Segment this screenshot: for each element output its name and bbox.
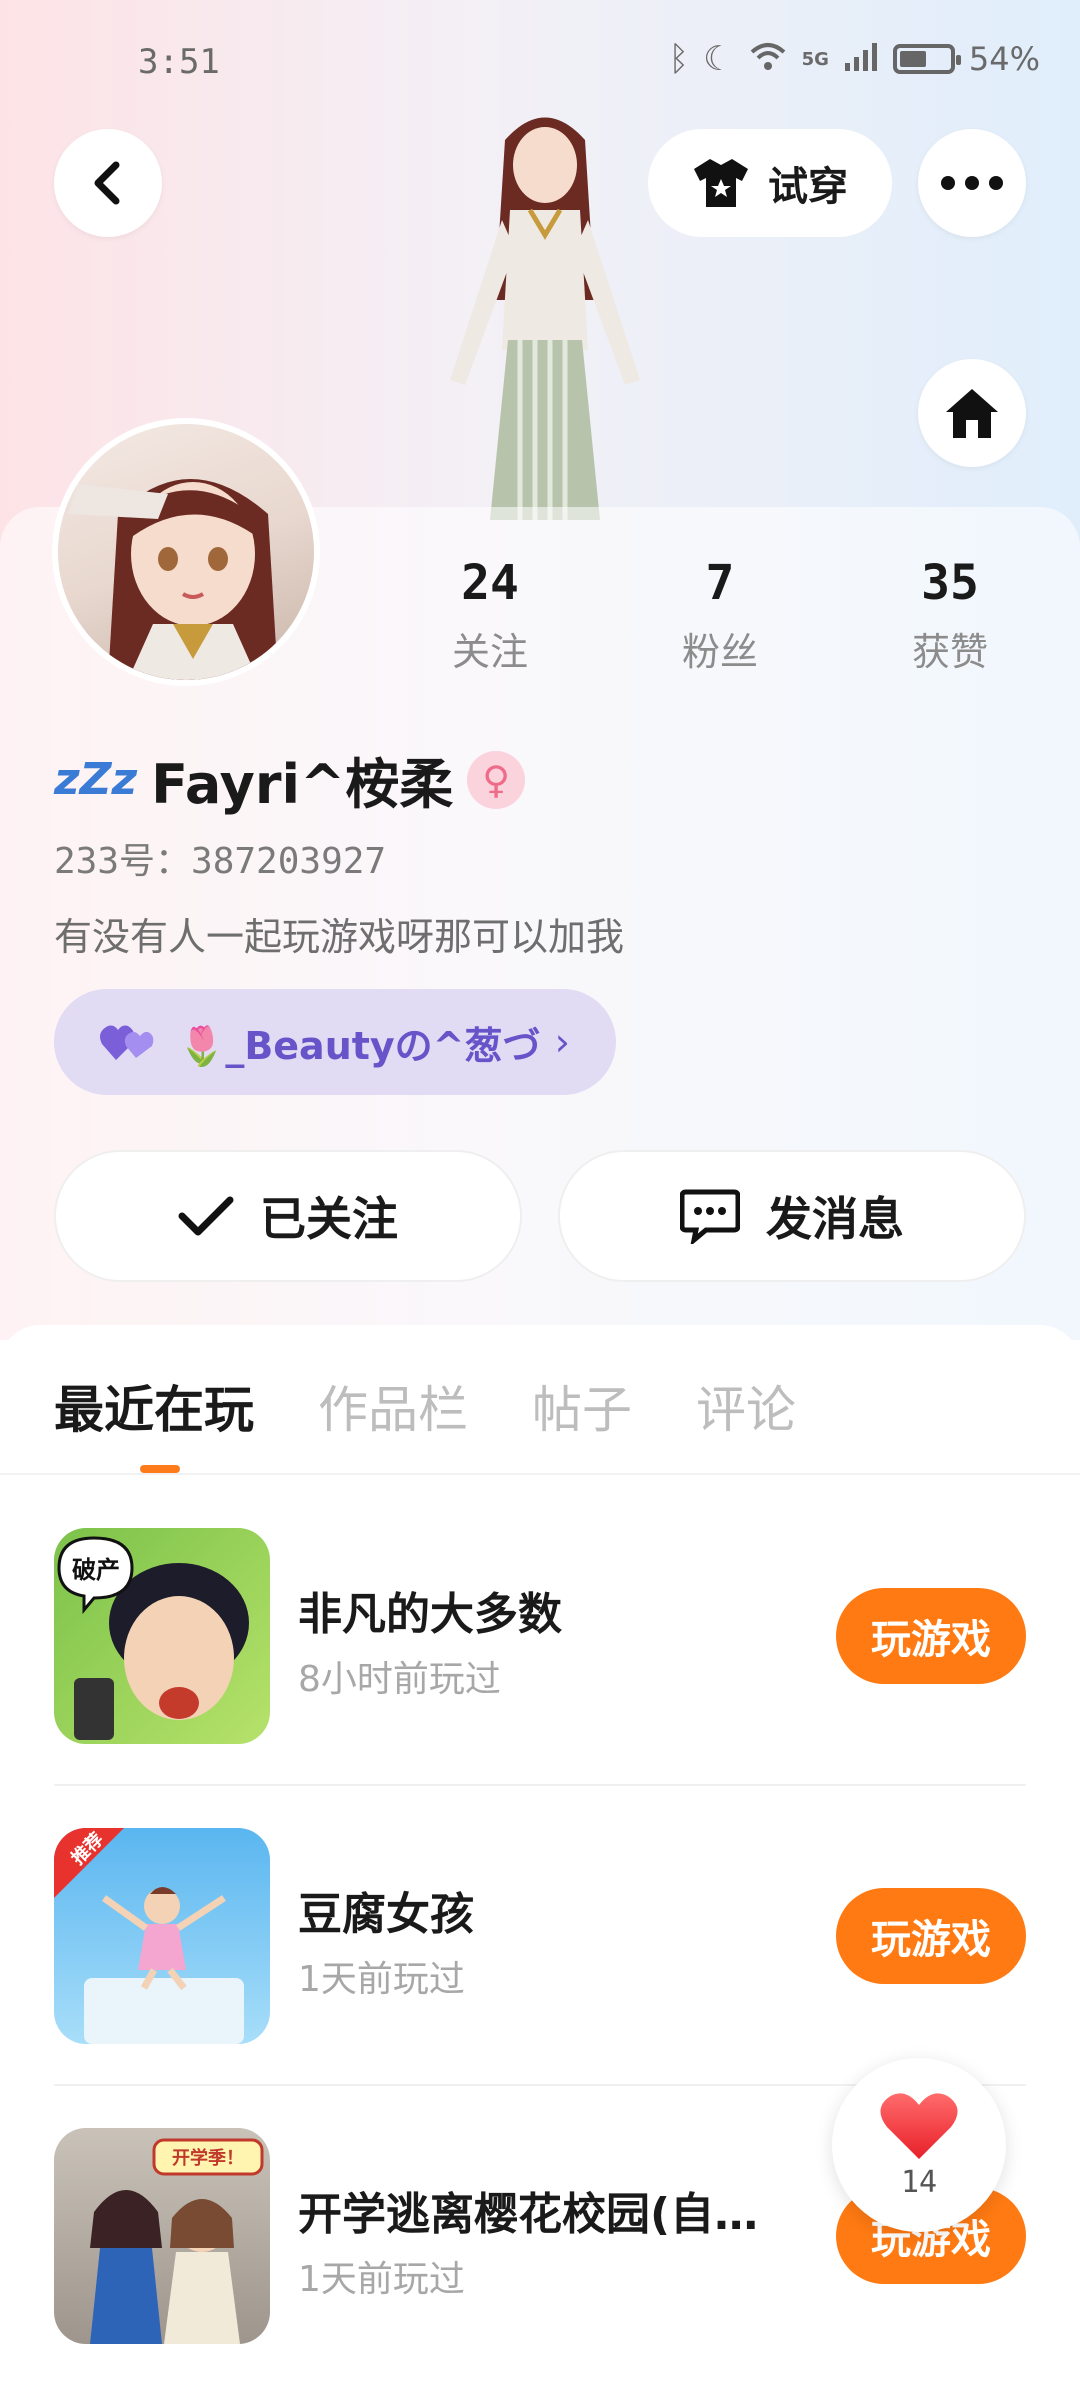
- more-dots-icon: [941, 176, 1003, 190]
- tab-works[interactable]: 作品栏: [318, 1370, 468, 1442]
- avatar-image: [68, 479, 278, 680]
- double-heart-icon: [100, 1025, 154, 1060]
- battery-icon: [892, 44, 961, 74]
- home-button[interactable]: [918, 359, 1026, 467]
- tab-posts[interactable]: 帖子: [532, 1370, 632, 1442]
- stat-value: 24: [461, 555, 519, 611]
- like-count: 14: [900, 2164, 938, 2200]
- list-item[interactable]: 推荐 豆腐女孩 1天前玩过 玩游戏: [54, 1828, 1026, 2086]
- message-button[interactable]: 发消息: [558, 1150, 1026, 1282]
- list-item[interactable]: 破产 非凡的大多数 8小时前玩过 玩游戏: [54, 1528, 1026, 1786]
- tab-divider: [0, 1473, 1080, 1475]
- check-icon: [178, 1196, 234, 1236]
- try-on-button[interactable]: 试穿: [648, 129, 892, 237]
- game-thumbnail[interactable]: 开学季！: [54, 2128, 270, 2344]
- try-on-label: 试穿: [768, 164, 848, 210]
- follow-button[interactable]: 已关注: [54, 1150, 522, 1282]
- tab-recently-played[interactable]: 最近在玩: [54, 1370, 254, 1442]
- avatar[interactable]: [52, 418, 320, 686]
- game-thumbnail[interactable]: 推荐: [54, 1828, 270, 2044]
- network-type: 5G: [801, 48, 829, 70]
- more-options-button[interactable]: [918, 129, 1026, 237]
- last-played-time: 8小时前玩过: [298, 1659, 501, 1700]
- row-divider: [54, 1784, 1026, 1786]
- battery-percent: 54%: [968, 40, 1040, 78]
- stat-label: 获赞: [911, 630, 988, 674]
- game-name: 豆腐女孩: [298, 1889, 474, 1940]
- moon-icon: ☾: [703, 39, 734, 79]
- username: Fayri^桉柔: [151, 753, 454, 816]
- character-figure: [450, 117, 640, 520]
- bluetooth-icon: ᛒ: [668, 39, 690, 79]
- heart-icon: [880, 2092, 958, 2159]
- stat-following[interactable]: 24 关注: [410, 555, 570, 676]
- stat-label: 粉丝: [681, 630, 758, 674]
- tab-comments[interactable]: 评论: [696, 1370, 796, 1442]
- profile-tabs: 最近在玩 作品栏 帖子 评论: [54, 1370, 796, 1442]
- friend-name: 🌷_Beautyの^葱づ: [178, 1023, 541, 1068]
- back-button[interactable]: [54, 129, 162, 237]
- game-name: 开学逃离樱花校园(自…: [298, 2189, 759, 2240]
- status-icons: ᛒ ☾ 5G 54%: [669, 40, 1040, 78]
- stat-label: 关注: [451, 630, 528, 674]
- game-thumbnail[interactable]: 破产: [54, 1528, 270, 1744]
- status-time: 3:51: [138, 42, 220, 82]
- chevron-right-icon: ›: [554, 1020, 570, 1064]
- wifi-icon: [748, 40, 788, 78]
- best-friend-pill[interactable]: 🌷_Beautyの^葱づ ›: [54, 989, 616, 1095]
- stat-followers[interactable]: 7 粉丝: [640, 555, 800, 676]
- stat-value: 35: [921, 555, 979, 611]
- profile-stats: 24 关注 7 粉丝 35 获赞: [410, 555, 1030, 676]
- stat-likes[interactable]: 35 获赞: [870, 555, 1030, 676]
- play-game-button[interactable]: 玩游戏: [836, 1588, 1026, 1684]
- status-bar: 3:51 ᛒ ☾ 5G 54%: [0, 0, 1080, 110]
- last-played-time: 1天前玩过: [298, 1959, 465, 2000]
- home-icon: [946, 389, 998, 438]
- floating-like-button[interactable]: 14: [832, 2058, 1006, 2232]
- thumb-label: 破产: [72, 1556, 120, 1584]
- follow-label: 已关注: [260, 1192, 398, 1246]
- shirt-icon: [694, 159, 748, 207]
- user-id[interactable]: 233号：387203927: [54, 832, 386, 884]
- thumb-label: 开学季！: [172, 2147, 244, 2169]
- user-bio: 有没有人一起玩游戏呀那可以加我: [54, 915, 625, 959]
- game-name: 非凡的大多数: [298, 1589, 562, 1640]
- chevron-left-icon: [94, 161, 120, 205]
- chat-bubble-icon: [680, 1189, 740, 1244]
- last-played-time: 1天前玩过: [298, 2259, 465, 2300]
- active-tab-indicator: [140, 1465, 180, 1473]
- message-label: 发消息: [766, 1192, 904, 1246]
- play-game-button[interactable]: 玩游戏: [836, 1888, 1026, 1984]
- sleep-icon: zZz: [54, 754, 138, 805]
- female-icon: ♀: [467, 750, 526, 809]
- username-row: zZz Fayri^桉柔 ♀: [54, 740, 526, 819]
- signal-icon: [843, 41, 879, 77]
- stat-value: 7: [705, 555, 735, 611]
